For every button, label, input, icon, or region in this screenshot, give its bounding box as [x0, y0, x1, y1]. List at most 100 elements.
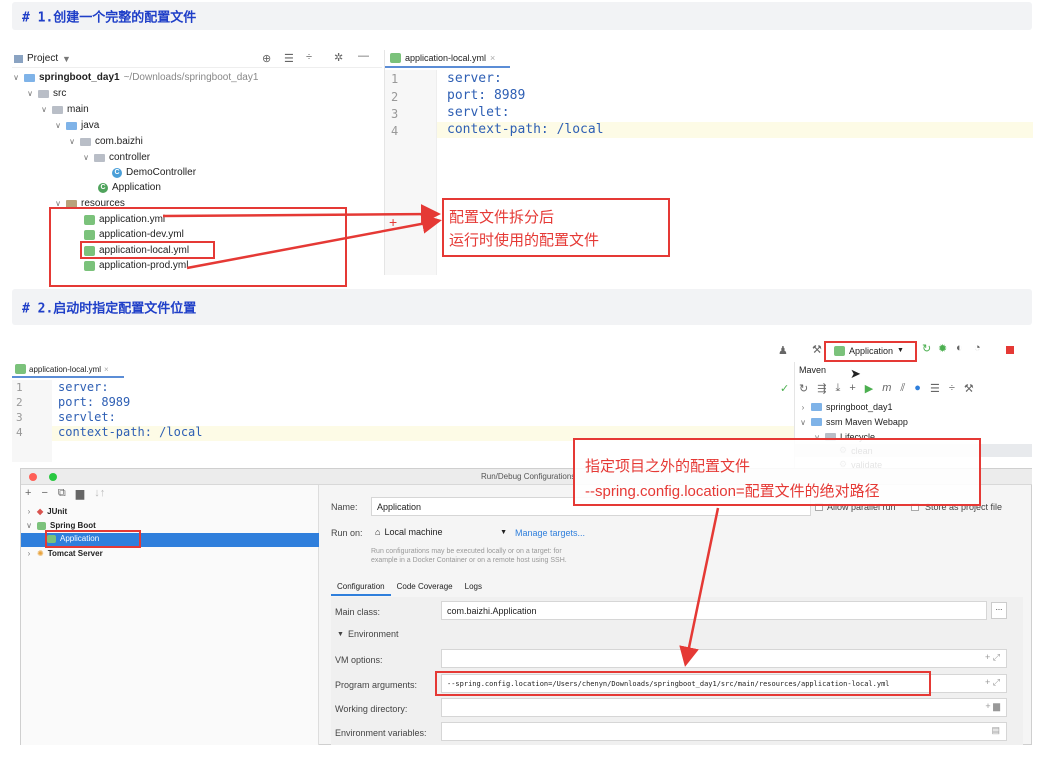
- code-line: context-path: /local: [447, 122, 604, 137]
- environment-section[interactable]: ▼ Environment: [337, 629, 398, 639]
- project-panel-header: Project ▼ ⊕ ☰ ÷ ✲ —: [12, 50, 382, 68]
- debug-icon[interactable]: ✹: [938, 342, 947, 355]
- folder-icon: [52, 105, 63, 114]
- tree-item-java[interactable]: ∨ java: [54, 120, 99, 131]
- reload-icon[interactable]: ↻: [799, 382, 808, 398]
- maven-project-1[interactable]: › springboot_day1: [799, 402, 893, 412]
- tree-item-tomcat[interactable]: › ✺ Tomcat Server: [25, 549, 103, 558]
- manage-targets-link[interactable]: Manage targets...: [515, 528, 585, 538]
- maven-project-label: ssm Maven Webapp: [826, 417, 908, 427]
- editor-1-tab[interactable]: application-local.yml ×: [385, 50, 510, 68]
- package-icon: [94, 153, 105, 162]
- tree-root[interactable]: ∨ springboot_day1 ~/Downloads/springboot…: [12, 72, 258, 83]
- tab-logs[interactable]: Logs: [459, 579, 488, 596]
- tree-item-src[interactable]: ∨ src: [26, 88, 66, 99]
- remove-icon[interactable]: −: [41, 487, 47, 500]
- collapse-all-icon[interactable]: ÷: [306, 51, 312, 63]
- tree-item-package[interactable]: ∨ com.baizhi: [68, 136, 143, 147]
- build-icon[interactable]: ⚒: [812, 343, 822, 356]
- tree-item-spring-boot[interactable]: ∨ Spring Boot: [25, 521, 96, 530]
- chevron-right-icon: ›: [27, 507, 31, 516]
- minimize-icon[interactable]: —: [358, 50, 369, 62]
- collapse-icon[interactable]: ÷: [949, 382, 955, 398]
- junit-icon: ◆: [37, 507, 44, 516]
- chevron-down-icon: ∨: [69, 137, 75, 146]
- root-name: springboot_day1: [39, 72, 120, 83]
- tab-configuration[interactable]: Configuration: [331, 579, 391, 596]
- check-icon: ✓: [780, 383, 790, 395]
- show-deps-icon[interactable]: ☰: [930, 382, 940, 398]
- vm-options-input[interactable]: + ⤢: [441, 649, 1007, 668]
- tree-item-junit[interactable]: › ◆ JUnit: [25, 507, 68, 516]
- user-icon[interactable]: ♟: [778, 344, 788, 357]
- maven-module-icon: [811, 403, 822, 411]
- tree-item-controller[interactable]: ∨ controller: [82, 152, 150, 163]
- folder-icon: [38, 89, 49, 98]
- maximize-window-icon[interactable]: [49, 473, 57, 481]
- code-line: port: 8989: [58, 395, 131, 409]
- browse-button[interactable]: ...: [991, 602, 1007, 619]
- stop-icon[interactable]: [1006, 346, 1014, 354]
- package-icon: [80, 137, 91, 146]
- home-icon: ⌂: [375, 527, 381, 537]
- chevron-down-icon: ∨: [55, 121, 61, 130]
- tab-label: application-local.yml: [29, 364, 102, 374]
- generate-sources-icon[interactable]: ⇶: [817, 382, 826, 398]
- edit-env-icon[interactable]: ▤: [991, 725, 1000, 736]
- project-dropdown-icon[interactable]: ▼: [62, 54, 71, 64]
- download-icon[interactable]: ⤓: [835, 382, 840, 398]
- profile-icon[interactable]: ◔: [974, 342, 981, 354]
- toggle-offline-icon[interactable]: ⫽: [900, 382, 905, 398]
- code-line: servlet:: [58, 410, 116, 424]
- folder-icon[interactable]: + ▆: [985, 701, 1000, 712]
- tree-label: Application: [112, 182, 161, 193]
- tree-label: com.baizhi: [95, 136, 143, 147]
- env-vars-input[interactable]: ▤: [441, 722, 1007, 741]
- main-class-input[interactable]: com.baizhi.Application: [441, 601, 987, 620]
- coverage-icon[interactable]: ◐: [956, 342, 963, 354]
- tree-item-main[interactable]: ∨ main: [40, 104, 89, 115]
- heading-1: # 1.创建一个完整的配置文件: [22, 10, 197, 26]
- close-icon[interactable]: ×: [490, 53, 495, 63]
- tree-item-application[interactable]: C Application: [98, 182, 161, 193]
- tree-label: Spring Boot: [50, 521, 96, 530]
- working-dir-input[interactable]: + ▆: [441, 698, 1007, 717]
- rerun-icon[interactable]: ↻: [922, 342, 931, 355]
- code-line: servlet:: [447, 105, 510, 120]
- project-view-icon: [14, 55, 23, 63]
- folder-icon[interactable]: ▆: [76, 487, 84, 500]
- editor-2-tab[interactable]: application-local.yml ×: [12, 362, 124, 378]
- skip-tests-icon[interactable]: ●: [914, 382, 921, 398]
- tree-item-democontroller[interactable]: C DemoController: [112, 167, 196, 178]
- expand-all-icon[interactable]: ☰: [284, 52, 294, 65]
- execute-goal-icon[interactable]: m: [882, 382, 891, 398]
- sort-icon[interactable]: ↓↑: [94, 487, 105, 500]
- close-icon[interactable]: ×: [104, 365, 109, 374]
- expand-icon[interactable]: + ⤢: [985, 677, 1000, 688]
- annotation-box-local-yml: [80, 241, 215, 259]
- chevron-down-icon: ∨: [26, 521, 32, 530]
- run-icon[interactable]: ▶: [865, 382, 873, 398]
- copy-icon[interactable]: ⧉: [58, 487, 66, 500]
- run-on-value: Local machine: [384, 527, 443, 537]
- screenshot-2: ♟ ⚒ Application ▼ ↻ ✹ ◐ ◔ ➤ application-…: [12, 338, 1032, 745]
- add-icon[interactable]: +: [25, 487, 31, 500]
- module-folder-icon: [24, 73, 35, 82]
- wrench-icon[interactable]: ⚒: [964, 382, 974, 398]
- tree-label: DemoController: [126, 167, 197, 178]
- maven-project-2[interactable]: ∨ ssm Maven Webapp: [799, 417, 908, 427]
- add-icon[interactable]: +: [849, 382, 855, 398]
- close-window-icon[interactable]: [29, 473, 37, 481]
- gear-icon[interactable]: ✲: [334, 51, 343, 64]
- environment-label: Environment: [347, 629, 399, 639]
- expand-icon[interactable]: + ⤢: [985, 652, 1000, 663]
- locate-icon[interactable]: ⊕: [262, 52, 271, 65]
- callout-1-line2: 运行时使用的配置文件: [449, 232, 600, 249]
- tree-label: java: [81, 120, 100, 131]
- project-panel-title[interactable]: Project: [27, 53, 58, 64]
- tab-code-coverage[interactable]: Code Coverage: [391, 579, 459, 596]
- maven-module-icon: [811, 418, 822, 426]
- run-debug-dialog: Run/Debug Configurations + − ⧉ ▆ ↓↑ › ◆ …: [20, 468, 1032, 745]
- run-on-select[interactable]: ⌂ Local machine ▼: [371, 523, 507, 541]
- chevron-down-icon: ∨: [41, 105, 47, 114]
